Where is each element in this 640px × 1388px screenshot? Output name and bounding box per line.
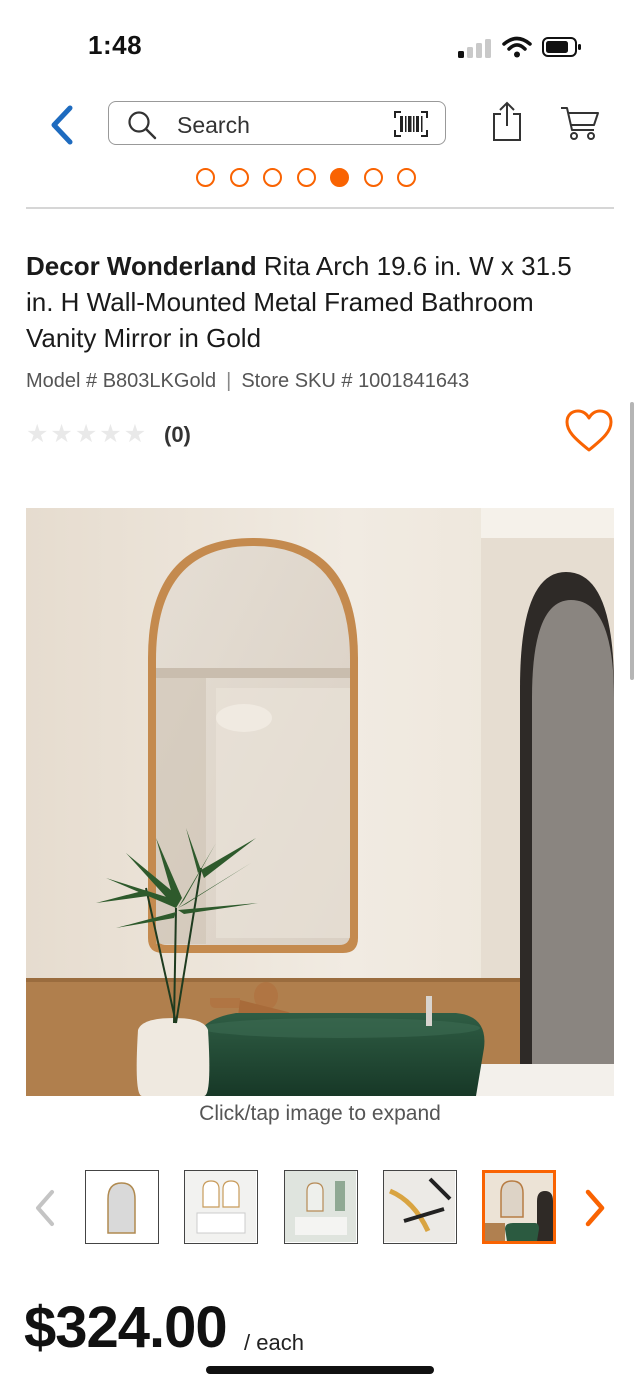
barcode-scanner-icon[interactable] — [393, 110, 429, 138]
product-price: $324.00 — [24, 1295, 228, 1360]
star-empty-icon: ★ — [123, 420, 147, 448]
home-indicator[interactable] — [206, 1366, 434, 1374]
back-button[interactable] — [44, 102, 80, 148]
separator: | — [226, 370, 232, 392]
product-main-image[interactable] — [26, 508, 614, 1096]
price-unit: / each — [244, 1330, 304, 1355]
store-sku: Store SKU # 1001841643 — [241, 370, 470, 392]
status-time: 1:48 — [88, 30, 143, 60]
rating-count[interactable]: (0) — [164, 422, 191, 448]
star-empty-icon: ★ — [26, 420, 49, 448]
divider — [26, 207, 614, 209]
thumbnail-bathroom-double-mirror[interactable] — [284, 1170, 358, 1244]
image-expand-caption: Click/tap image to expand — [199, 1102, 441, 1125]
thumbnail-image — [285, 1171, 356, 1242]
thumbnails-next-button[interactable] — [580, 1188, 610, 1228]
brand-name[interactable]: Decor Wonderland — [26, 251, 257, 281]
model-number: Model # B803LKGold — [26, 370, 217, 392]
carousel-dot[interactable] — [229, 168, 249, 187]
carousel-dot[interactable] — [196, 168, 215, 187]
carousel-dot-active[interactable] — [330, 168, 349, 187]
carousel-dot[interactable] — [296, 168, 316, 187]
favorite-heart-button[interactable] — [564, 408, 614, 456]
thumbnail-frame-detail[interactable] — [383, 1170, 457, 1244]
scrollbar[interactable] — [630, 402, 634, 680]
carousel-dot[interactable] — [263, 168, 282, 187]
search-input[interactable]: Search — [108, 101, 446, 145]
rating-stars[interactable]: ★ ★ ★ ★ ★ — [26, 420, 146, 448]
thumbnail-image — [185, 1171, 256, 1242]
star-empty-icon: ★ — [50, 420, 73, 448]
thumbnail-image — [384, 1171, 455, 1242]
search-icon — [128, 111, 157, 140]
bathroom-mirror-photo — [26, 508, 614, 1096]
star-empty-icon: ★ — [74, 420, 98, 448]
product-identifiers: Model # B803LKGold | Store SKU # 100184164… — [26, 370, 469, 393]
search-placeholder: Search — [177, 112, 250, 138]
thumbnail-bathroom-green-sink[interactable] — [482, 1170, 556, 1244]
carousel-dot[interactable] — [363, 168, 383, 187]
image-carousel-indicators — [196, 168, 416, 190]
thumbnail-image — [107, 1182, 136, 1234]
wifi-icon — [502, 36, 532, 58]
cellular-signal-icon — [458, 38, 494, 58]
product-title: Decor Wonderland Rita Arch 19.6 in. W x … — [26, 248, 596, 356]
cart-button[interactable] — [560, 104, 600, 142]
share-button[interactable] — [490, 100, 524, 142]
thumbnail-image — [485, 1173, 553, 1241]
carousel-dot[interactable] — [397, 168, 416, 187]
thumbnail-bathroom-white-vanity[interactable] — [184, 1170, 258, 1244]
thumbnails-prev-button[interactable] — [30, 1188, 60, 1228]
thumbnail-mirror-only[interactable] — [85, 1170, 159, 1244]
battery-icon — [542, 37, 581, 57]
star-empty-icon: ★ — [99, 420, 122, 448]
